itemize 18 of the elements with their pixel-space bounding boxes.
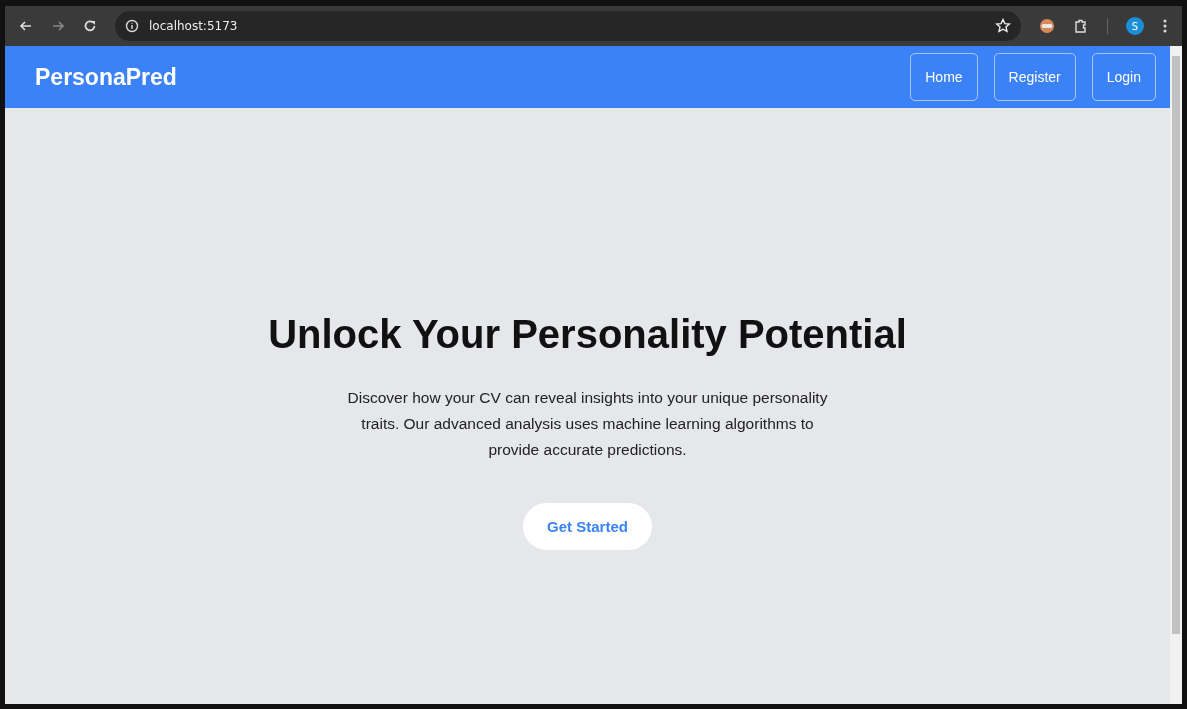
bookmark-star-icon[interactable]	[995, 18, 1011, 34]
extensions-icon[interactable]	[1073, 18, 1089, 34]
address-bar[interactable]: localhost:5173	[115, 11, 1021, 41]
hero-title: Unlock Your Personality Potential	[268, 312, 907, 357]
nav-link[interactable]: Home	[910, 53, 978, 101]
nav-link[interactable]: Register	[993, 53, 1076, 101]
info-icon[interactable]	[125, 19, 139, 33]
nav-link[interactable]: Login	[1091, 53, 1156, 101]
reload-icon[interactable]	[83, 19, 97, 33]
scrollbar[interactable]	[1170, 46, 1182, 704]
back-icon[interactable]	[19, 19, 33, 33]
profile-avatar[interactable]: S	[1126, 17, 1144, 35]
hero-description: Discover how your CV can reveal insights into your unique personality traits. Our advanced analysis uses machine learning algorithms to provide accurate predictions.	[347, 388, 828, 460]
menu-icon[interactable]	[1162, 18, 1168, 34]
url-text: localhost:5173	[149, 19, 239, 33]
brand-logo[interactable]: PersonaPred	[35, 63, 177, 91]
get-started-button[interactable]: Get Started	[523, 503, 652, 550]
forward-icon[interactable]	[51, 19, 65, 33]
